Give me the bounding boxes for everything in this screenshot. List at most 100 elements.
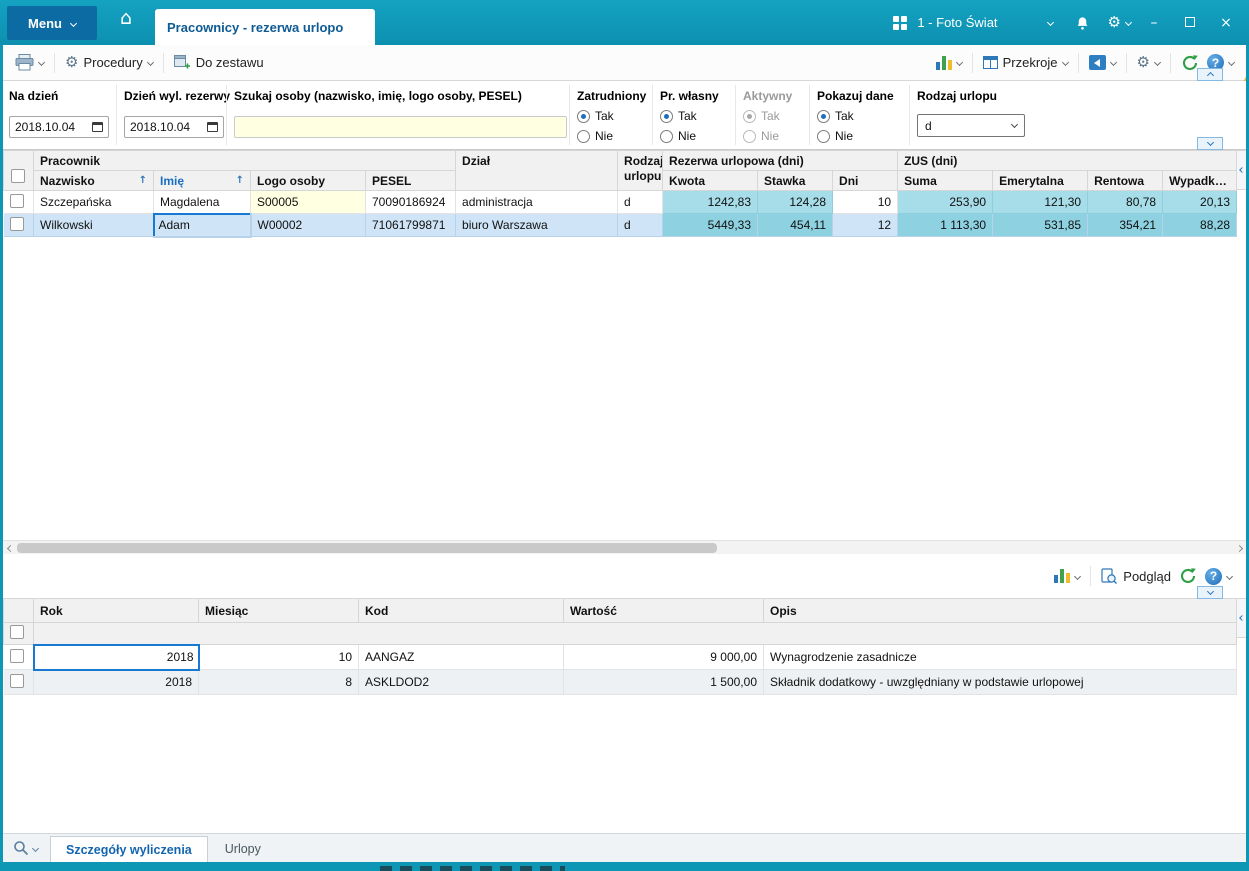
horizontal-scrollbar[interactable] <box>3 540 1246 554</box>
cell-rentowa[interactable]: 80,78 <box>1087 190 1164 214</box>
cell-dzial[interactable]: administracja <box>455 190 619 214</box>
tab-szczegoly-wyliczenia[interactable]: Szczegóły wyliczenia <box>50 836 208 862</box>
cell-opis[interactable]: Składnik dodatkowy - uwzględniany w pods… <box>763 669 1237 695</box>
chevron-down-icon[interactable] <box>1124 18 1133 27</box>
podglad-button[interactable]: Podgląd <box>1097 567 1175 585</box>
cell-stawka[interactable]: 124,28 <box>757 190 834 214</box>
column-header-dzial[interactable]: Dział <box>455 150 619 191</box>
na-dzien-date-input[interactable]: 2018.10.04 <box>9 116 109 138</box>
settings-gear-icon[interactable]: ⚙ <box>1108 15 1121 30</box>
cell-logo[interactable]: W00002 <box>250 213 366 237</box>
cell-wypadkowa[interactable]: 88,28 <box>1162 213 1238 237</box>
column-header-kod[interactable]: Kod <box>358 598 564 623</box>
pr-wlasny-option-nie[interactable]: Nie <box>660 129 719 143</box>
zatrudniony-option-tak[interactable]: Tak <box>577 109 646 123</box>
side-panel-toggle[interactable] <box>1236 598 1246 638</box>
table-row[interactable]: 2018 8 ASKLDOD2 1 500,00 Składnik dodatk… <box>3 669 1237 695</box>
filter-panel-collapse-up-button[interactable] <box>1197 68 1223 81</box>
details-help-button[interactable]: ? <box>1201 567 1236 585</box>
cell-suma[interactable]: 1 113,30 <box>897 213 994 237</box>
details-refresh-button[interactable] <box>1175 567 1201 585</box>
column-header-emerytalna[interactable]: Emerytalna <box>992 170 1089 191</box>
cell-rok[interactable]: 2018 <box>33 669 199 695</box>
minimize-button[interactable]: – <box>1141 15 1167 31</box>
column-header-wartosc[interactable]: Wartość <box>563 598 764 623</box>
home-icon[interactable]: ⌂ <box>120 9 132 28</box>
procedury-button[interactable]: ⚙ Procedury <box>61 55 157 70</box>
select-all-checkbox[interactable] <box>10 625 24 639</box>
pr-wlasny-option-tak[interactable]: Tak <box>660 109 719 123</box>
chevron-down-icon[interactable] <box>1046 18 1054 27</box>
cell-rentowa[interactable]: 354,21 <box>1087 213 1164 237</box>
apps-grid-icon[interactable] <box>893 15 908 30</box>
search-input[interactable] <box>234 116 567 138</box>
row-checkbox[interactable] <box>9 193 24 208</box>
rodzaj-urlopu-select[interactable]: d <box>917 114 1025 137</box>
select-all-checkbox[interactable] <box>11 169 25 183</box>
column-header-opis[interactable]: Opis <box>763 598 1237 623</box>
cell-suma[interactable]: 253,90 <box>897 190 994 214</box>
close-button[interactable]: × <box>1213 15 1239 31</box>
cell-kwota[interactable]: 1242,83 <box>662 190 759 214</box>
column-header-stawka[interactable]: Stawka <box>757 170 834 191</box>
cell-rodzaj-urlopu[interactable]: d <box>617 213 664 237</box>
column-header-rentowa[interactable]: Rentowa <box>1087 170 1164 191</box>
scrollbar-thumb[interactable] <box>17 543 717 553</box>
cell-pesel[interactable]: 71061799871 <box>365 213 457 237</box>
row-checkbox[interactable] <box>9 648 24 663</box>
operations-button[interactable]: ⚙ <box>1133 55 1249 82</box>
cell-rodzaj-urlopu[interactable]: d <box>617 190 664 214</box>
notifications-bell-icon[interactable] <box>1075 15 1090 31</box>
cell-nazwisko[interactable]: Wilkowski <box>33 213 154 237</box>
table-row[interactable]: 2018 10 AANGAZ 9 000,00 Wynagrodzenie za… <box>3 643 1237 671</box>
column-header-pesel[interactable]: PESEL <box>364 170 457 191</box>
pokazuj-dane-option-nie[interactable]: Nie <box>817 129 894 143</box>
side-panel-toggle[interactable] <box>1236 150 1246 190</box>
calendar-icon[interactable] <box>207 122 218 132</box>
do-zestawu-button[interactable]: Do zestawu <box>170 55 268 70</box>
cell-emerytalna[interactable]: 121,30 <box>992 190 1089 214</box>
tab-pracownicy-rezerwa-urlopowa[interactable]: Pracownicy - rezerwa urlopo <box>155 9 375 45</box>
cell-imie-focused[interactable]: Adam <box>152 212 252 238</box>
cell-dzial[interactable]: biuro Warszawa <box>455 213 619 237</box>
cell-stawka[interactable]: 454,11 <box>757 213 834 237</box>
tab-urlopy[interactable]: Urlopy <box>210 836 276 862</box>
table-row-selected[interactable]: Wilkowski Adam W00002 71061799871 biuro … <box>3 212 1238 238</box>
column-header-nazwisko[interactable]: Nazwisko ↑ <box>33 170 154 191</box>
column-header-kwota[interactable]: Kwota <box>662 170 759 191</box>
column-header-logo-osoby[interactable]: Logo osoby <box>250 170 366 191</box>
calendar-icon[interactable] <box>92 122 103 132</box>
scroll-right-arrow[interactable] <box>1232 541 1246 555</box>
maximize-button[interactable] <box>1177 15 1203 31</box>
cell-kod[interactable]: ASKLDOD2 <box>358 669 564 695</box>
column-header-rok[interactable]: Rok <box>33 598 199 623</box>
cell-imie[interactable]: Magdalena <box>153 190 251 214</box>
filter-panel-collapse-down-button[interactable] <box>1197 137 1223 150</box>
column-header-suma[interactable]: Suma <box>897 170 994 191</box>
company-selector[interactable]: 1 - Foto Świat <box>917 15 997 30</box>
cell-wypadkowa[interactable]: 20,13 <box>1162 190 1238 214</box>
pokazuj-dane-option-tak[interactable]: Tak <box>817 109 894 123</box>
cell-dni[interactable]: 12 <box>832 213 899 237</box>
zatrudniony-option-nie[interactable]: Nie <box>577 129 646 143</box>
cell-emerytalna[interactable]: 531,85 <box>992 213 1089 237</box>
cell-wartosc[interactable]: 9 000,00 <box>563 644 764 670</box>
tabbar-search-button[interactable] <box>13 840 40 856</box>
column-header-imie[interactable]: Imię ↑ <box>153 170 251 191</box>
scroll-left-arrow[interactable] <box>3 541 17 555</box>
row-checkbox[interactable] <box>9 216 24 231</box>
cell-dni[interactable]: 10 <box>832 190 899 214</box>
details-chart-button[interactable] <box>1050 569 1084 583</box>
details-panel-collapse-down-button[interactable] <box>1197 586 1223 599</box>
column-header-rodzaj-urlopu[interactable]: Rodzaj urlopu <box>617 150 664 191</box>
column-header-dni[interactable]: Dni <box>832 170 899 191</box>
table-row[interactable]: Szczepańska Magdalena S00005 70090186924… <box>3 190 1238 214</box>
cell-miesiac[interactable]: 8 <box>198 669 359 695</box>
menu-button[interactable]: Menu <box>7 6 97 40</box>
dzien-wyl-date-input[interactable]: 2018.10.04 <box>124 116 224 138</box>
chart-button[interactable] <box>932 55 966 70</box>
navigate-back-button[interactable] <box>1085 55 1120 70</box>
row-checkbox[interactable] <box>9 673 24 688</box>
cell-wartosc[interactable]: 1 500,00 <box>563 669 764 695</box>
cell-kod[interactable]: AANGAZ <box>358 644 564 670</box>
